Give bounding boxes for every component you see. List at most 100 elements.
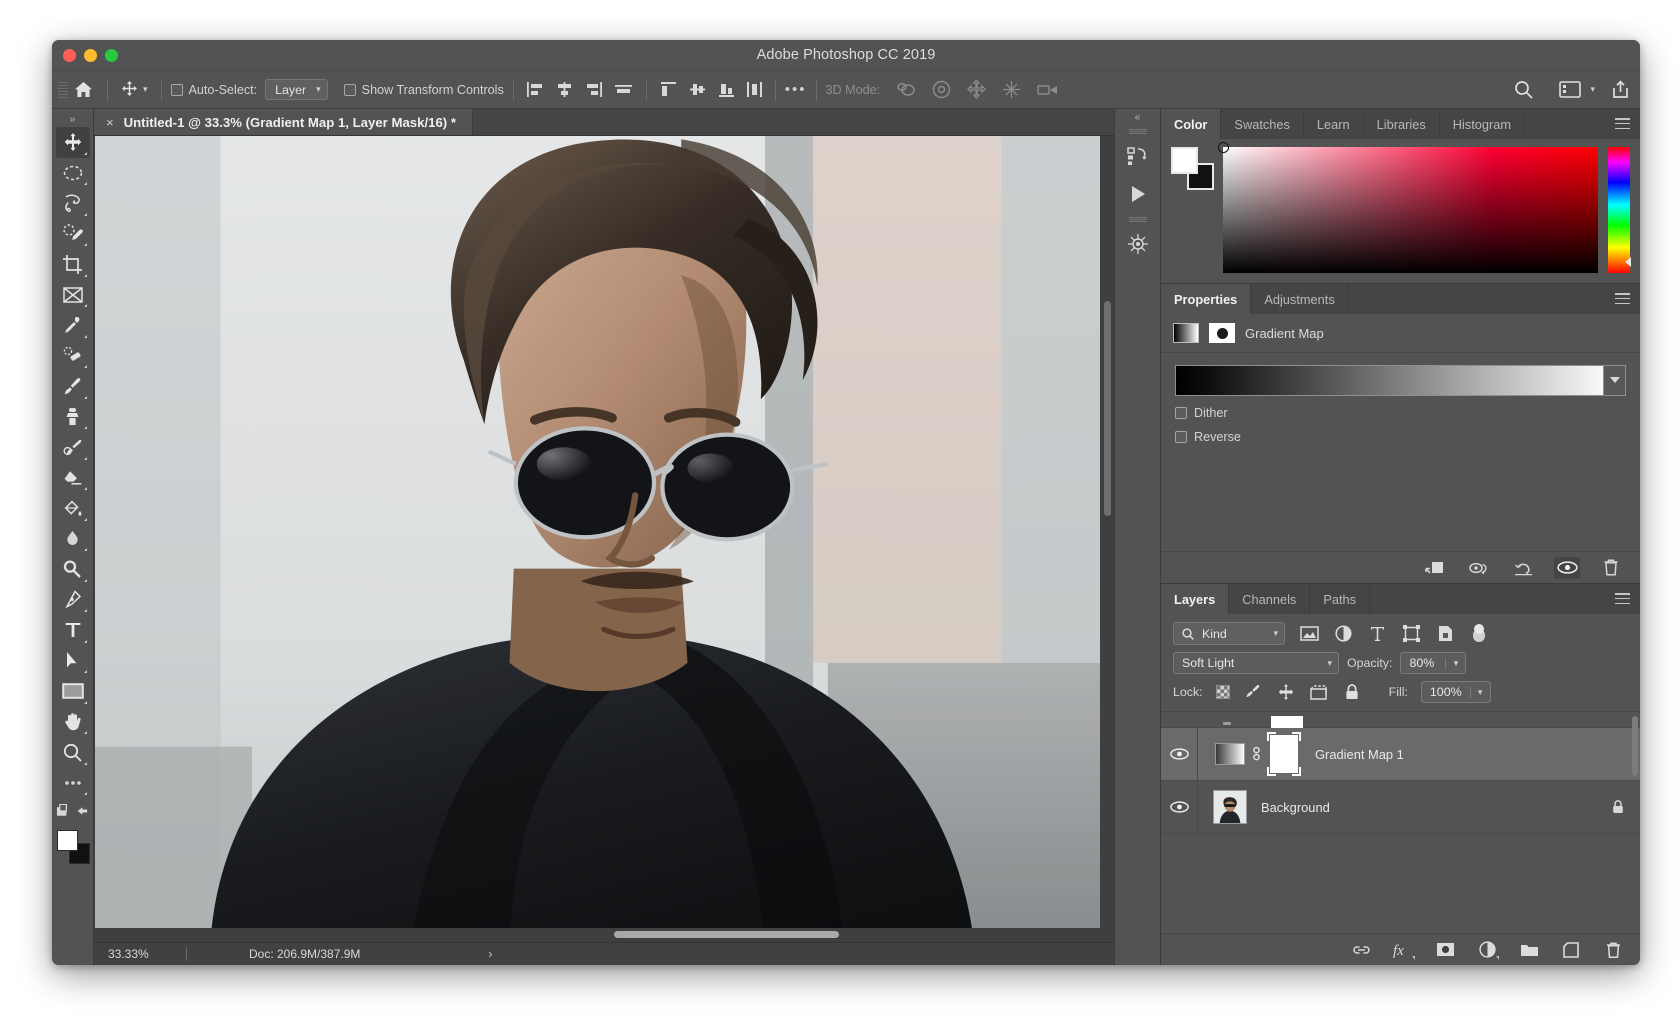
active-tool-button[interactable]: ▾ (117, 81, 152, 98)
align-left-edges-icon[interactable] (526, 82, 544, 97)
canvas-horizontal-scrollbar[interactable] (94, 928, 1100, 942)
lock-transparent-pixels-icon[interactable] (1215, 685, 1230, 699)
toggle-visibility-icon[interactable] (1554, 556, 1580, 579)
auto-select-scope-select[interactable]: Layer ▾ (265, 79, 328, 100)
dither-checkbox[interactable] (1175, 407, 1187, 419)
hue-slider-marker[interactable] (1625, 257, 1631, 267)
filter-shape-icon[interactable] (1401, 624, 1421, 644)
fill-field[interactable]: 100% ▾ (1420, 681, 1491, 703)
delete-layer-icon[interactable] (1602, 939, 1624, 961)
tab-swatches[interactable]: Swatches (1221, 109, 1304, 139)
hue-slider[interactable] (1608, 147, 1631, 273)
layer-name[interactable]: Background (1261, 800, 1330, 815)
layer-mask-thumbnail[interactable] (1267, 732, 1301, 776)
move-tool[interactable] (55, 127, 90, 158)
color-picker-marker[interactable] (1218, 142, 1229, 153)
lock-artboard-nesting-icon[interactable] (1309, 682, 1329, 702)
tab-color[interactable]: Color (1161, 109, 1222, 139)
table-row[interactable]: Gradient Map 1 (1161, 728, 1640, 781)
search-icon[interactable] (1514, 80, 1534, 99)
foreground-color-swatch[interactable] (1171, 147, 1198, 174)
lock-position-icon[interactable] (1276, 682, 1296, 702)
pen-tool[interactable] (56, 585, 90, 616)
delete-adjustment-icon[interactable] (1598, 557, 1624, 579)
color-swatches[interactable] (55, 828, 91, 868)
history-brush-tool[interactable] (56, 432, 90, 463)
gradient-dropdown-button[interactable] (1603, 366, 1625, 395)
filter-smart-object-icon[interactable] (1435, 624, 1455, 644)
visibility-icon[interactable] (1223, 722, 1231, 725)
filter-adjustment-icon[interactable] (1333, 624, 1353, 644)
document-tab[interactable]: × Untitled-1 @ 33.3% (Gradient Map 1, La… (94, 109, 473, 135)
auto-select-checkbox[interactable] (170, 83, 183, 96)
elliptical-marquee-tool[interactable] (56, 158, 90, 189)
lasso-tool[interactable] (56, 188, 90, 219)
link-layers-icon[interactable] (1350, 939, 1372, 961)
distribute-bottom-edges-icon[interactable] (718, 82, 735, 97)
distribute-top-edges-icon[interactable] (660, 82, 677, 97)
show-transform-controls-checkbox[interactable] (343, 83, 356, 96)
tab-layers[interactable]: Layers (1161, 584, 1230, 614)
distribute-vertical-centers-icon[interactable] (689, 82, 706, 97)
align-right-edges-icon[interactable] (585, 82, 602, 97)
panel-menu-icon[interactable] (1615, 593, 1630, 604)
gradient-thumbnail-icon[interactable] (1173, 323, 1199, 343)
layer-mask-link-icon[interactable] (1245, 745, 1267, 763)
close-icon[interactable]: × (106, 115, 114, 130)
more-options-button[interactable]: ••• (785, 82, 807, 97)
dodge-tool[interactable] (56, 554, 90, 585)
new-layer-icon[interactable] (1560, 939, 1582, 961)
layer-thumbnail[interactable] (1215, 743, 1245, 765)
foreground-color-swatch[interactable] (56, 830, 78, 851)
layers-scrollbar-thumb[interactable] (1632, 716, 1638, 776)
layer-visibility-toggle[interactable] (1161, 748, 1197, 760)
home-icon[interactable] (68, 81, 98, 98)
layer-thumbnail[interactable] (1213, 790, 1247, 824)
filter-type-icon[interactable] (1367, 624, 1387, 644)
lock-image-pixels-icon[interactable] (1243, 682, 1263, 702)
play-action-icon[interactable] (1115, 175, 1161, 213)
spot-healing-brush-tool[interactable] (56, 341, 90, 372)
zoom-level[interactable]: 33.33% (94, 947, 186, 961)
tab-learn[interactable]: Learn (1304, 109, 1364, 139)
reverse-row[interactable]: Reverse (1175, 430, 1626, 444)
layer-row-partial[interactable] (1161, 712, 1640, 734)
quick-selection-tool[interactable] (56, 219, 90, 250)
brush-tool[interactable] (56, 371, 90, 402)
layer-visibility-toggle[interactable] (1161, 801, 1197, 813)
chevron-down-icon[interactable]: ▾ (1590, 84, 1595, 95)
options-bar-grip[interactable] (58, 78, 68, 102)
layer-name[interactable]: Gradient Map 1 (1315, 747, 1404, 762)
eyedropper-tool[interactable] (56, 310, 90, 341)
add-layer-mask-icon[interactable] (1434, 939, 1456, 961)
clip-to-layer-icon[interactable] (1422, 557, 1448, 579)
workspace-icon[interactable] (1559, 81, 1582, 98)
blend-mode-select[interactable]: Soft Light ▾ (1173, 652, 1339, 674)
rectangle-tool[interactable] (56, 676, 90, 707)
tab-libraries[interactable]: Libraries (1364, 109, 1440, 139)
type-tool[interactable] (56, 615, 90, 646)
tab-properties[interactable]: Properties (1161, 284, 1252, 314)
reverse-checkbox[interactable] (1175, 431, 1187, 443)
layer-list[interactable]: Gradient Map 1 Background (1161, 712, 1640, 933)
clone-stamp-tool[interactable] (56, 402, 90, 433)
color-swatch-pair[interactable] (1171, 147, 1214, 190)
tab-paths[interactable]: Paths (1310, 584, 1371, 614)
tools-collapse-button[interactable]: » (52, 111, 93, 127)
hand-tool[interactable] (56, 707, 90, 738)
gradient-tool[interactable] (56, 493, 90, 524)
scrollbar-thumb[interactable] (1104, 301, 1111, 516)
rail-grip[interactable] (1128, 129, 1147, 134)
tab-histogram[interactable]: Histogram (1440, 109, 1526, 139)
frame-tool[interactable] (56, 280, 90, 311)
filter-pixel-icon[interactable] (1299, 624, 1319, 644)
edit-toolbar-tool[interactable] (56, 768, 90, 799)
opacity-field[interactable]: 80% ▾ (1400, 652, 1467, 674)
scrollbar-thumb[interactable] (614, 931, 839, 938)
quick-mask-and-screen-mode[interactable] (56, 798, 90, 824)
status-expand-arrow[interactable]: › (488, 947, 492, 961)
rail-collapse-button[interactable]: « (1115, 109, 1160, 125)
align-top-edges-icon[interactable] (614, 82, 633, 97)
panel-menu-icon[interactable] (1615, 118, 1630, 129)
tab-channels[interactable]: Channels (1229, 584, 1311, 614)
